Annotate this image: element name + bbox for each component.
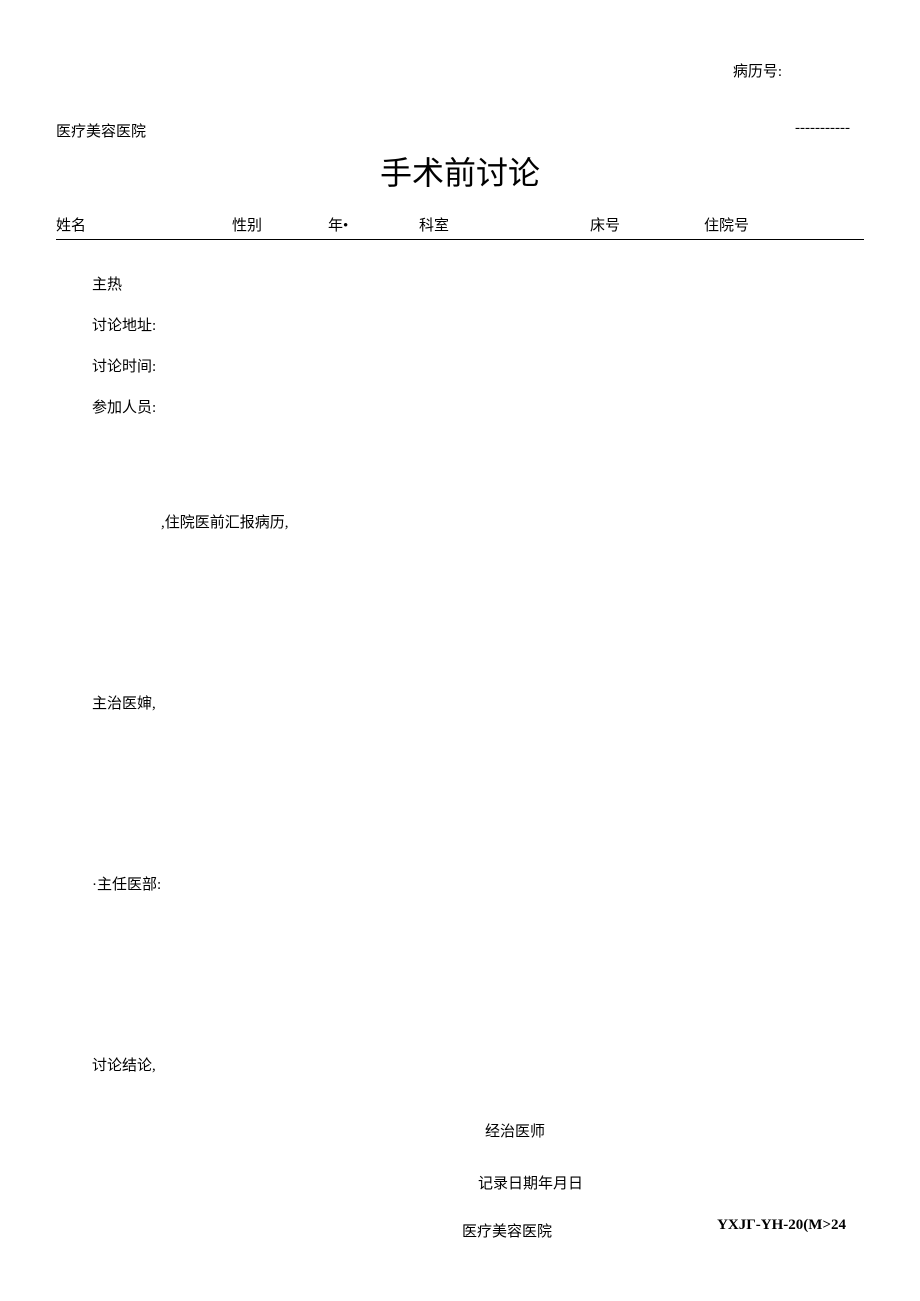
column-department: 科室 (419, 214, 449, 235)
column-admission-no: 住院号 (704, 214, 749, 235)
chief-physician-section: ·主任医部: (92, 875, 864, 896)
discussion-time-field: 讨论时间: (92, 357, 864, 378)
column-age: 年• (328, 214, 348, 235)
column-gender: 性别 (232, 214, 262, 235)
dashed-separator: ----------- (795, 120, 850, 137)
hospital-name-header: 医疗美容医院 (56, 120, 146, 141)
participants-field: 参加人员: (92, 398, 864, 419)
column-bed: 床号 (590, 214, 620, 235)
document-title: 手术前讨论 (0, 148, 920, 194)
body-content-area: 主热 讨论地址: 讨论时间: 参加人员: ,住院医前汇报病历, 主治医婶, ·主… (56, 245, 864, 1077)
discussion-address-field: 讨论地址: (92, 316, 864, 337)
footer-hospital-name: 医疗美容医院 (462, 1220, 552, 1241)
attending-physician-section: 主治医婶, (92, 694, 864, 715)
column-name: 姓名 (56, 214, 86, 235)
record-number-label: 病历号: (733, 60, 782, 81)
footer-document-code: YXJГ-YH-20(M>24 (717, 1217, 846, 1234)
resident-report-section: ,住院医前汇报病历, (161, 513, 864, 534)
record-date-label: 记录日期年月日 (478, 1172, 583, 1193)
patient-info-header-row: 姓名 性别 年• 科室 床号 住院号 (56, 218, 864, 240)
conclusion-section: 讨论结论, (92, 1056, 864, 1077)
treating-physician-label: 经治医师 (485, 1120, 545, 1141)
host-field: 主热 (92, 275, 864, 296)
